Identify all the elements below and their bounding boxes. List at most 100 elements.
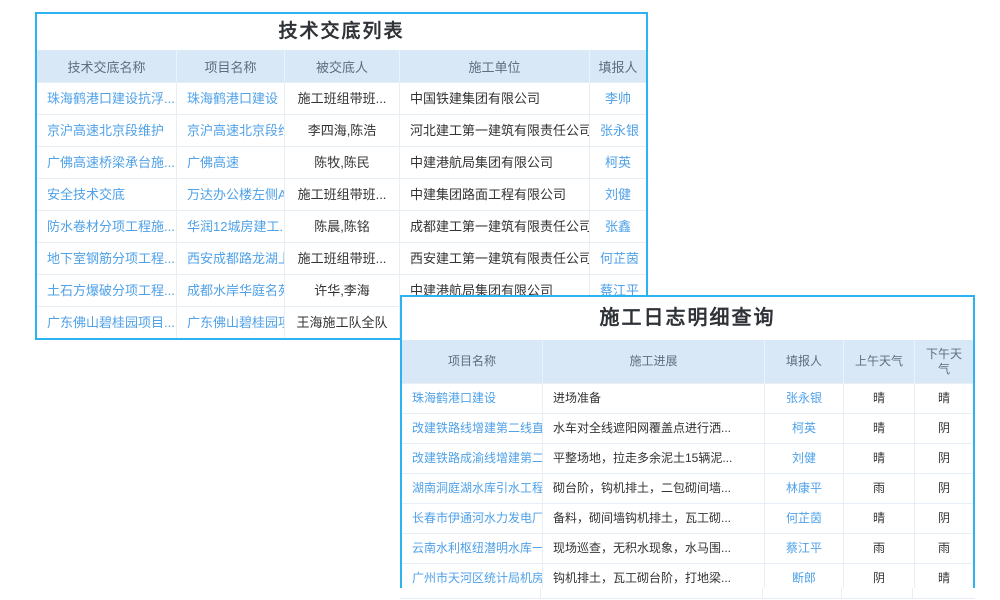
cell-link[interactable]: 柯英 <box>765 414 844 443</box>
cell-text: 许华,李海 <box>285 275 400 306</box>
column-header: 被交底人 <box>285 50 400 82</box>
clipped-cell <box>763 588 842 598</box>
cell-link[interactable]: 云南水利枢纽潜明水库一期工程 <box>402 534 543 563</box>
cell-link[interactable]: 湖南洞庭湖水库引水工程施工项目 <box>402 474 543 503</box>
cell-text: 备料，砌间墙钩机排土，瓦工砌... <box>543 504 765 533</box>
cell-link[interactable]: 改建铁路线增建第二线直通线 <box>402 414 543 443</box>
cell-text: 砌台阶，钩机排土，二包砌间墙... <box>543 474 765 503</box>
cell-text: 晴 <box>844 444 915 473</box>
cell-text: 中建集团路面工程有限公司 <box>400 179 590 210</box>
table-row: 防水卷材分项工程施...华润12城房建工...陈晨,陈铭成都建工第一建筑有限责任… <box>37 210 646 242</box>
cell-text: 施工班组带班... <box>285 243 400 274</box>
cell-text: 雨 <box>844 534 915 563</box>
cell-text: 水车对全线遮阳网覆盖点进行洒... <box>543 414 765 443</box>
cell-text: 陈牧,陈民 <box>285 147 400 178</box>
cell-text: 施工班组带班... <box>285 83 400 114</box>
column-header: 施工单位 <box>400 50 590 82</box>
cell-text: 中建港航局集团有限公司 <box>400 147 590 178</box>
clipped-cell <box>842 588 913 598</box>
cell-text: 雨 <box>844 474 915 503</box>
cell-text: 晴 <box>844 504 915 533</box>
construction-log-table-title: 施工日志明细查询 <box>402 297 973 340</box>
cell-link[interactable]: 安全技术交底 <box>37 179 177 210</box>
cell-link[interactable]: 广东佛山碧桂园项目... <box>37 307 177 338</box>
cell-link[interactable]: 长春市伊通河水力发电厂改建工程 <box>402 504 543 533</box>
cell-text: 阴 <box>915 504 973 533</box>
table-row: 珠海鹤港口建设抗浮...珠海鹤港口建设施工班组带班...中国铁建集团有限公司李帅 <box>37 82 646 114</box>
column-header: 项目名称 <box>177 50 285 82</box>
cell-link[interactable]: 京沪高速北京段维护 <box>37 115 177 146</box>
cell-link[interactable]: 地下室钢筋分项工程... <box>37 243 177 274</box>
column-header: 技术交底名称 <box>37 50 177 82</box>
cell-link[interactable]: 广佛高速桥梁承台施... <box>37 147 177 178</box>
construction-log-table-header: 项目名称施工进展填报人上午天气下午天气 <box>402 340 973 383</box>
column-header: 填报人 <box>590 50 646 82</box>
column-header: 填报人 <box>765 340 844 383</box>
cell-link[interactable]: 何芷茵 <box>765 504 844 533</box>
tech-disclosure-table-panel: 技术交底列表 技术交底名称项目名称被交底人施工单位填报人 珠海鹤港口建设抗浮..… <box>35 12 648 340</box>
cell-text: 雨 <box>915 534 973 563</box>
clipped-cell <box>913 588 971 598</box>
cell-link[interactable]: 刘健 <box>590 179 646 210</box>
cell-link[interactable]: 刘健 <box>765 444 844 473</box>
table-row: 京沪高速北京段维护京沪高速北京段维修李四海,陈浩河北建工第一建筑有限责任公司张永… <box>37 114 646 146</box>
column-header: 下午天气 <box>915 340 973 383</box>
cell-text: 晴 <box>915 384 973 413</box>
cell-link[interactable]: 张永银 <box>765 384 844 413</box>
cell-text: 阴 <box>915 444 973 473</box>
cell-link[interactable]: 万达办公楼左侧A... <box>177 179 285 210</box>
table-row: 改建铁路成渝线增建第二直通线平整场地，拉走多余泥土15辆泥...刘健晴阴 <box>402 443 973 473</box>
clipped-cell <box>400 588 541 598</box>
table-row: 地下室钢筋分项工程...西安成都路龙湖上...施工班组带班...西安建工第一建筑… <box>37 242 646 274</box>
cell-text: 平整场地，拉走多余泥土15辆泥... <box>543 444 765 473</box>
tech-disclosure-table-header: 技术交底名称项目名称被交底人施工单位填报人 <box>37 50 646 82</box>
cell-link[interactable]: 防水卷材分项工程施... <box>37 211 177 242</box>
cell-link[interactable]: 土石方爆破分项工程... <box>37 275 177 306</box>
cell-link[interactable]: 改建铁路成渝线增建第二直通线 <box>402 444 543 473</box>
table-row: 改建铁路线增建第二线直通线水车对全线遮阳网覆盖点进行洒...柯英晴阴 <box>402 413 973 443</box>
cell-link[interactable]: 何芷茵 <box>590 243 646 274</box>
cell-text: 中国铁建集团有限公司 <box>400 83 590 114</box>
cell-text: 河北建工第一建筑有限责任公司 <box>400 115 590 146</box>
cell-link[interactable]: 珠海鹤港口建设抗浮... <box>37 83 177 114</box>
cell-link[interactable]: 华润12城房建工... <box>177 211 285 242</box>
clipped-next-row <box>400 588 975 599</box>
cell-link[interactable]: 广佛高速 <box>177 147 285 178</box>
cell-text: 王海施工队全队 <box>285 307 400 338</box>
cell-link[interactable]: 李帅 <box>590 83 646 114</box>
cell-link[interactable]: 蔡江平 <box>765 534 844 563</box>
column-header: 上午天气 <box>844 340 915 383</box>
cell-link[interactable]: 京沪高速北京段维修 <box>177 115 285 146</box>
cell-link[interactable]: 成都水岸华庭名苑... <box>177 275 285 306</box>
column-header: 项目名称 <box>402 340 543 383</box>
table-row: 云南水利枢纽潜明水库一期工程现场巡查，无积水现象，水马围...蔡江平雨雨 <box>402 533 973 563</box>
cell-text: 陈晨,陈铭 <box>285 211 400 242</box>
table-row: 珠海鹤港口建设进场准备张永银晴晴 <box>402 383 973 413</box>
cell-link[interactable]: 林康平 <box>765 474 844 503</box>
cell-link[interactable]: 柯英 <box>590 147 646 178</box>
cell-text: 晴 <box>844 414 915 443</box>
cell-link[interactable]: 珠海鹤港口建设 <box>177 83 285 114</box>
cell-link[interactable]: 张永银 <box>590 115 646 146</box>
cell-link[interactable]: 广东佛山碧桂园项目 <box>177 307 285 338</box>
cell-link[interactable]: 珠海鹤港口建设 <box>402 384 543 413</box>
column-header: 施工进展 <box>543 340 765 383</box>
cell-link[interactable]: 西安成都路龙湖上... <box>177 243 285 274</box>
construction-log-table-body: 珠海鹤港口建设进场准备张永银晴晴改建铁路线增建第二线直通线水车对全线遮阳网覆盖点… <box>402 383 973 593</box>
cell-text: 进场准备 <box>543 384 765 413</box>
cell-text: 施工班组带班... <box>285 179 400 210</box>
table-row: 长春市伊通河水力发电厂改建工程备料，砌间墙钩机排土，瓦工砌...何芷茵晴阴 <box>402 503 973 533</box>
cell-text: 阴 <box>915 474 973 503</box>
cell-link[interactable]: 张鑫 <box>590 211 646 242</box>
cell-text: 阴 <box>915 414 973 443</box>
table-row: 安全技术交底万达办公楼左侧A...施工班组带班...中建集团路面工程有限公司刘健 <box>37 178 646 210</box>
cell-text: 晴 <box>844 384 915 413</box>
tech-disclosure-table-title: 技术交底列表 <box>37 14 646 50</box>
cell-text: 现场巡查，无积水现象，水马围... <box>543 534 765 563</box>
clipped-cell <box>541 588 763 598</box>
table-row: 广佛高速桥梁承台施...广佛高速陈牧,陈民中建港航局集团有限公司柯英 <box>37 146 646 178</box>
cell-text: 成都建工第一建筑有限责任公司 <box>400 211 590 242</box>
table-row: 湖南洞庭湖水库引水工程施工项目砌台阶，钩机排土，二包砌间墙...林康平雨阴 <box>402 473 973 503</box>
construction-log-table-panel: 施工日志明细查询 项目名称施工进展填报人上午天气下午天气 珠海鹤港口建设进场准备… <box>400 295 975 595</box>
cell-text: 西安建工第一建筑有限责任公司 <box>400 243 590 274</box>
